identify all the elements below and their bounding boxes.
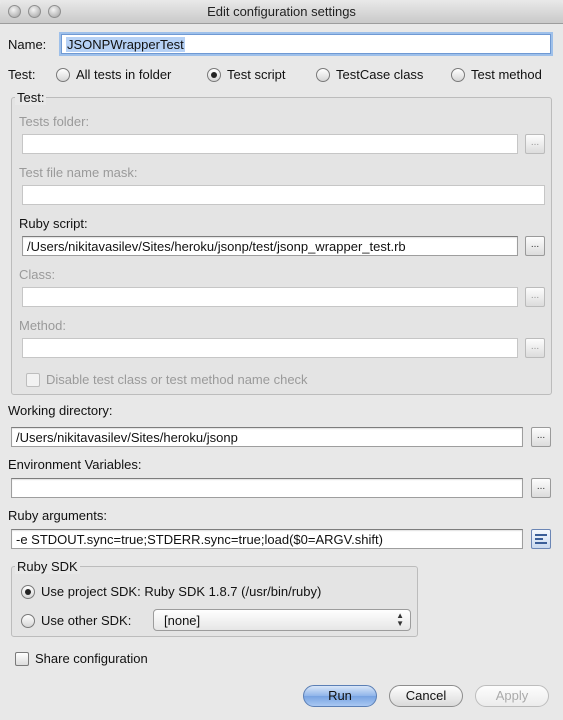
- radio-test-script-label[interactable]: Test script: [227, 67, 286, 82]
- radio-test-script[interactable]: [207, 68, 221, 82]
- radio-all-tests[interactable]: [56, 68, 70, 82]
- file-mask-label: Test file name mask:: [19, 165, 138, 180]
- radio-testcase-class-label[interactable]: TestCase class: [336, 67, 423, 82]
- test-groupbox-title: Test:: [15, 90, 47, 105]
- radio-test-method-label[interactable]: Test method: [471, 67, 542, 82]
- run-button[interactable]: Run: [303, 685, 377, 707]
- dialog-content: Name: JSONPWrapperTest Test: All tests i…: [0, 25, 563, 720]
- ruby-script-browse-button[interactable]: ...: [525, 236, 545, 256]
- share-configuration-checkbox[interactable]: [15, 652, 29, 666]
- env-vars-field[interactable]: [11, 478, 523, 498]
- radio-testcase-class[interactable]: [316, 68, 330, 82]
- class-label: Class:: [19, 267, 56, 282]
- ruby-sdk-groupbox-title: Ruby SDK: [15, 559, 80, 574]
- name-field[interactable]: JSONPWrapperTest: [61, 34, 551, 54]
- other-sdk-value: [none]: [164, 613, 201, 628]
- tests-folder-browse-button: ...: [525, 134, 545, 154]
- updown-arrows-icon: ▲ ▼: [396, 611, 404, 628]
- radio-use-other-sdk[interactable]: [21, 614, 35, 628]
- working-directory-label: Working directory:: [8, 403, 113, 418]
- ruby-args-expand-icon[interactable]: [531, 529, 551, 549]
- radio-use-project-sdk[interactable]: [21, 585, 35, 599]
- method-browse-button: ...: [525, 338, 545, 358]
- share-configuration-label[interactable]: Share configuration: [35, 651, 148, 666]
- class-browse-button: ...: [525, 287, 545, 307]
- ruby-args-field[interactable]: -e STDOUT.sync=true;STDERR.sync=true;loa…: [11, 529, 523, 549]
- radio-test-method[interactable]: [451, 68, 465, 82]
- ruby-args-label: Ruby arguments:: [8, 508, 107, 523]
- radio-all-tests-label[interactable]: All tests in folder: [76, 67, 171, 82]
- name-value: JSONPWrapperTest: [66, 37, 185, 52]
- env-vars-label: Environment Variables:: [8, 457, 142, 472]
- disable-name-check-checkbox: [26, 373, 40, 387]
- cancel-button[interactable]: Cancel: [389, 685, 463, 707]
- method-field: [22, 338, 518, 358]
- working-directory-field[interactable]: /Users/nikitavasilev/Sites/heroku/jsonp: [11, 427, 523, 447]
- method-label: Method:: [19, 318, 66, 333]
- tests-folder-field: [22, 134, 518, 154]
- use-other-sdk-label[interactable]: Use other SDK:: [41, 613, 131, 628]
- window-titlebar: Edit configuration settings: [0, 0, 563, 24]
- apply-button[interactable]: Apply: [475, 685, 549, 707]
- name-label: Name:: [8, 37, 47, 52]
- env-vars-browse-button[interactable]: ...: [531, 478, 551, 498]
- test-type-label: Test:: [8, 67, 36, 82]
- window-title: Edit configuration settings: [207, 4, 356, 19]
- class-field: [22, 287, 518, 307]
- tests-folder-label: Tests folder:: [19, 114, 90, 129]
- ruby-script-label: Ruby script:: [19, 216, 88, 231]
- working-directory-browse-button[interactable]: ...: [531, 427, 551, 447]
- use-project-sdk-label[interactable]: Use project SDK: Ruby SDK 1.8.7 (/usr/bi…: [41, 584, 321, 599]
- ruby-script-field[interactable]: /Users/nikitavasilev/Sites/heroku/jsonp/…: [22, 236, 518, 256]
- disable-name-check-label: Disable test class or test method name c…: [46, 372, 308, 387]
- other-sdk-select[interactable]: [none] ▲ ▼: [153, 609, 411, 631]
- file-mask-field: [22, 185, 545, 205]
